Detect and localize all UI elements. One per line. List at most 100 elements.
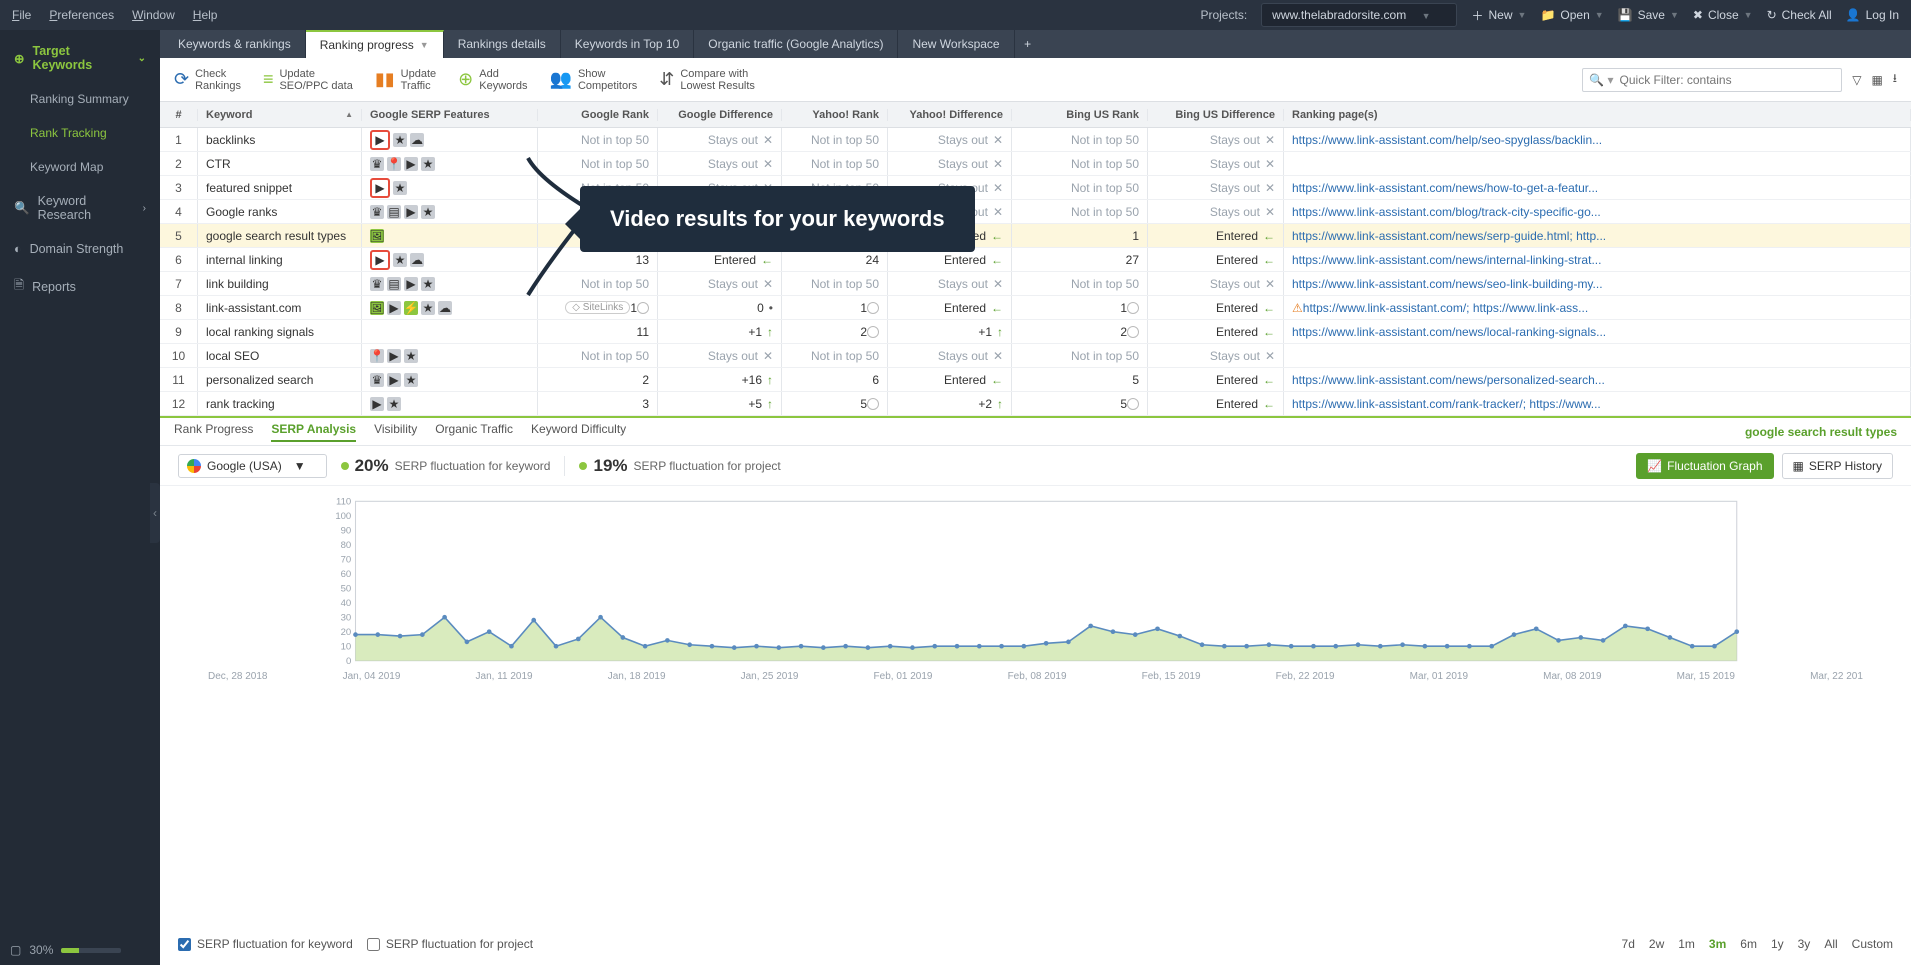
close-button[interactable]: ✖Close▼ [1693, 7, 1753, 24]
table-row[interactable]: 10local SEO📍▶★Not in top 50Stays out✕Not… [160, 344, 1911, 368]
ranking-page-link[interactable]: https://www.link-assistant.com/news/inte… [1292, 253, 1601, 267]
th-yahoo-diff[interactable]: Yahoo! Difference [888, 109, 1012, 121]
range-6m[interactable]: 6m [1740, 937, 1757, 951]
toolbar-keywords[interactable]: ⊕AddKeywords [458, 68, 527, 92]
th-bing-diff[interactable]: Bing US Difference [1148, 109, 1284, 121]
check-all-button[interactable]: ↻Check All [1767, 7, 1832, 24]
sidebar-item-domain-strength[interactable]: ◐Domain Strength [0, 232, 160, 266]
analysis-tab-rank-progress[interactable]: Rank Progress [174, 422, 253, 442]
table-row[interactable]: 9local ranking signals11+1↑2 +1↑2 Entere… [160, 320, 1911, 344]
ranking-page-link[interactable]: https://www.link-assistant.com/news/loca… [1292, 325, 1606, 339]
table-row[interactable]: 8link-assistant.com🖼▶⚡★☁◇ SiteLinks 1 0•… [160, 296, 1911, 320]
analysis-tab-keyword-difficulty[interactable]: Keyword Difficulty [531, 422, 626, 442]
log-in-button[interactable]: 👤Log In [1846, 7, 1899, 24]
analysis-tab-organic-traffic[interactable]: Organic Traffic [435, 422, 513, 442]
tab-ranking-progress[interactable]: Ranking progress▼ [306, 30, 444, 58]
th-keyword[interactable]: Keyword▲ [198, 109, 362, 121]
table-row[interactable]: 3featured snippet▶★Not in top 50Stays ou… [160, 176, 1911, 200]
sidebar-item-rank-tracking[interactable]: Rank Tracking [0, 116, 160, 150]
table-row[interactable]: 2CTR♛📍▶★Not in top 50Stays out✕Not in to… [160, 152, 1911, 176]
table-row[interactable]: 4Google ranks♛▤▶★Not in top 50Stays out✕… [160, 200, 1911, 224]
columns-icon[interactable]: ▦ [1871, 73, 1882, 87]
menu-window[interactable]: Window [132, 8, 175, 22]
range-7d[interactable]: 7d [1622, 937, 1635, 951]
tab-keywords-rankings[interactable]: Keywords & rankings [164, 30, 306, 58]
range-3m[interactable]: 3m [1709, 937, 1726, 951]
toolbar-rankings[interactable]: ⟳CheckRankings [174, 68, 241, 92]
table-row[interactable]: 12rank tracking▶★3+5↑5 +2↑5 Entered←http… [160, 392, 1911, 416]
video-icon: ▶ [404, 205, 418, 219]
refresh-icon: ⟳ [174, 69, 189, 90]
table-row[interactable]: 6internal linking▶★☁13Entered←24Entered←… [160, 248, 1911, 272]
cb-keyword-fluctuation[interactable]: SERP fluctuation for keyword [178, 937, 353, 951]
table-row[interactable]: 11personalized search♛▶★2+16↑6Entered←5E… [160, 368, 1911, 392]
sidebar-item-reports[interactable]: 🗎Reports [0, 266, 160, 307]
th-google-rank[interactable]: Google Rank [538, 109, 658, 121]
ranking-page-link[interactable]: https://www.link-assistant.com/news/how-… [1292, 181, 1598, 195]
ranking-page-link[interactable]: https://www.link-assistant.com/help/seo-… [1292, 133, 1602, 147]
save-button[interactable]: 💾Save▼ [1618, 7, 1679, 24]
cb-project-fluctuation[interactable]: SERP fluctuation for project [367, 937, 533, 951]
sidebar-collapse-handle[interactable]: ‹ [150, 483, 160, 543]
toolbar-seo-ppc-data[interactable]: ≡UpdateSEO/PPC data [263, 68, 353, 92]
toolbar-competitors[interactable]: 👥ShowCompetitors [550, 68, 638, 92]
ranking-page-link[interactable]: https://www.link-assistant.com/rank-trac… [1292, 397, 1601, 411]
range-1y[interactable]: 1y [1771, 937, 1784, 951]
search-icon: 🔍 [14, 201, 30, 216]
crown-icon: ♛ [370, 157, 384, 171]
search-engine-selector[interactable]: Google (USA) ▼ [178, 454, 327, 478]
arrow-left-icon: ← [991, 301, 1003, 315]
th-number[interactable]: # [160, 109, 198, 121]
add-workspace-tab[interactable]: + [1015, 30, 1041, 58]
ranking-page-link[interactable]: https://www.link-assistant.com/blog/trac… [1292, 205, 1601, 219]
new-button[interactable]: ＋New▼ [1471, 7, 1526, 24]
gauge-icon: ◐ [14, 242, 22, 256]
sidebar-footer: ▢ 30% [10, 943, 121, 957]
range-custom[interactable]: Custom [1852, 937, 1893, 951]
filter-icon[interactable]: ▽ [1852, 73, 1861, 87]
tab-organic-traffic-google-analytics-[interactable]: Organic traffic (Google Analytics) [694, 30, 898, 58]
arrow-left-icon: ← [1263, 325, 1275, 339]
quick-filter-input[interactable] [1620, 73, 1842, 87]
range-all[interactable]: All [1824, 937, 1837, 951]
table-row[interactable]: 1backlinks▶★☁Not in top 50Stays out✕Not … [160, 128, 1911, 152]
th-ranking-pages[interactable]: Ranking page(s) [1284, 109, 1911, 121]
ranking-page-link[interactable]: https://www.link-assistant.com/news/seo-… [1292, 277, 1603, 291]
th-google-diff[interactable]: Google Difference [658, 109, 782, 121]
sidebar-item-keyword-research[interactable]: 🔍Keyword Research› [0, 184, 160, 232]
th-yahoo-rank[interactable]: Yahoo! Rank [782, 109, 888, 121]
arrow-left-icon: ← [761, 253, 773, 267]
toolbar-lowest-results[interactable]: ⇵Compare withLowest Results [659, 68, 755, 92]
th-serp-features[interactable]: Google SERP Features [362, 109, 538, 121]
ranking-page-link[interactable]: https://www.link-assistant.com/; https:/… [1303, 301, 1588, 315]
menu-preferences[interactable]: Preferences [49, 8, 114, 22]
toolbar-traffic[interactable]: ▮▮UpdateTraffic [375, 68, 436, 92]
tab-new-workspace[interactable]: New Workspace [898, 30, 1014, 58]
analysis-tab-visibility[interactable]: Visibility [374, 422, 417, 442]
video-icon: ▶ [404, 157, 418, 171]
range-2w[interactable]: 2w [1649, 937, 1664, 951]
ranking-page-link[interactable]: https://www.link-assistant.com/news/pers… [1292, 373, 1605, 387]
tab-rankings-details[interactable]: Rankings details [444, 30, 561, 58]
export-icon[interactable]: ⭳ [1893, 69, 1897, 90]
tab-keywords-in-top-[interactable]: Keywords in Top 10 [561, 30, 695, 58]
quick-filter[interactable]: 🔍 ▾ [1582, 68, 1842, 92]
menu-help[interactable]: Help [193, 8, 218, 22]
serp-history-button[interactable]: ▦SERP History [1782, 453, 1893, 479]
open-button[interactable]: 📁Open▼ [1540, 7, 1603, 24]
sidebar-item-keyword-map[interactable]: Keyword Map [0, 150, 160, 184]
project-dropdown[interactable]: www.thelabradorsite.com ▼ [1261, 3, 1457, 27]
fluctuation-graph-button[interactable]: 📈Fluctuation Graph [1636, 453, 1773, 479]
star-icon: ★ [421, 277, 435, 291]
sidebar-item-ranking-summary[interactable]: Ranking Summary [0, 82, 160, 116]
menu-file[interactable]: File [12, 8, 31, 22]
chevron-down-icon: ▼ [420, 40, 429, 50]
th-bing-rank[interactable]: Bing US Rank [1012, 109, 1148, 121]
sidebar-item-target-keywords[interactable]: ⊕Target Keywords⌄ [0, 34, 160, 82]
analysis-tab-serp-analysis[interactable]: SERP Analysis [271, 422, 356, 442]
range-1m[interactable]: 1m [1678, 937, 1695, 951]
ranking-page-link[interactable]: https://www.link-assistant.com/news/serp… [1292, 229, 1606, 243]
table-row[interactable]: 7link building♛▤▶★Not in top 50Stays out… [160, 272, 1911, 296]
range-3y[interactable]: 3y [1798, 937, 1811, 951]
table-row[interactable]: 5google search result types🖼1 +1↑1Entere… [160, 224, 1911, 248]
